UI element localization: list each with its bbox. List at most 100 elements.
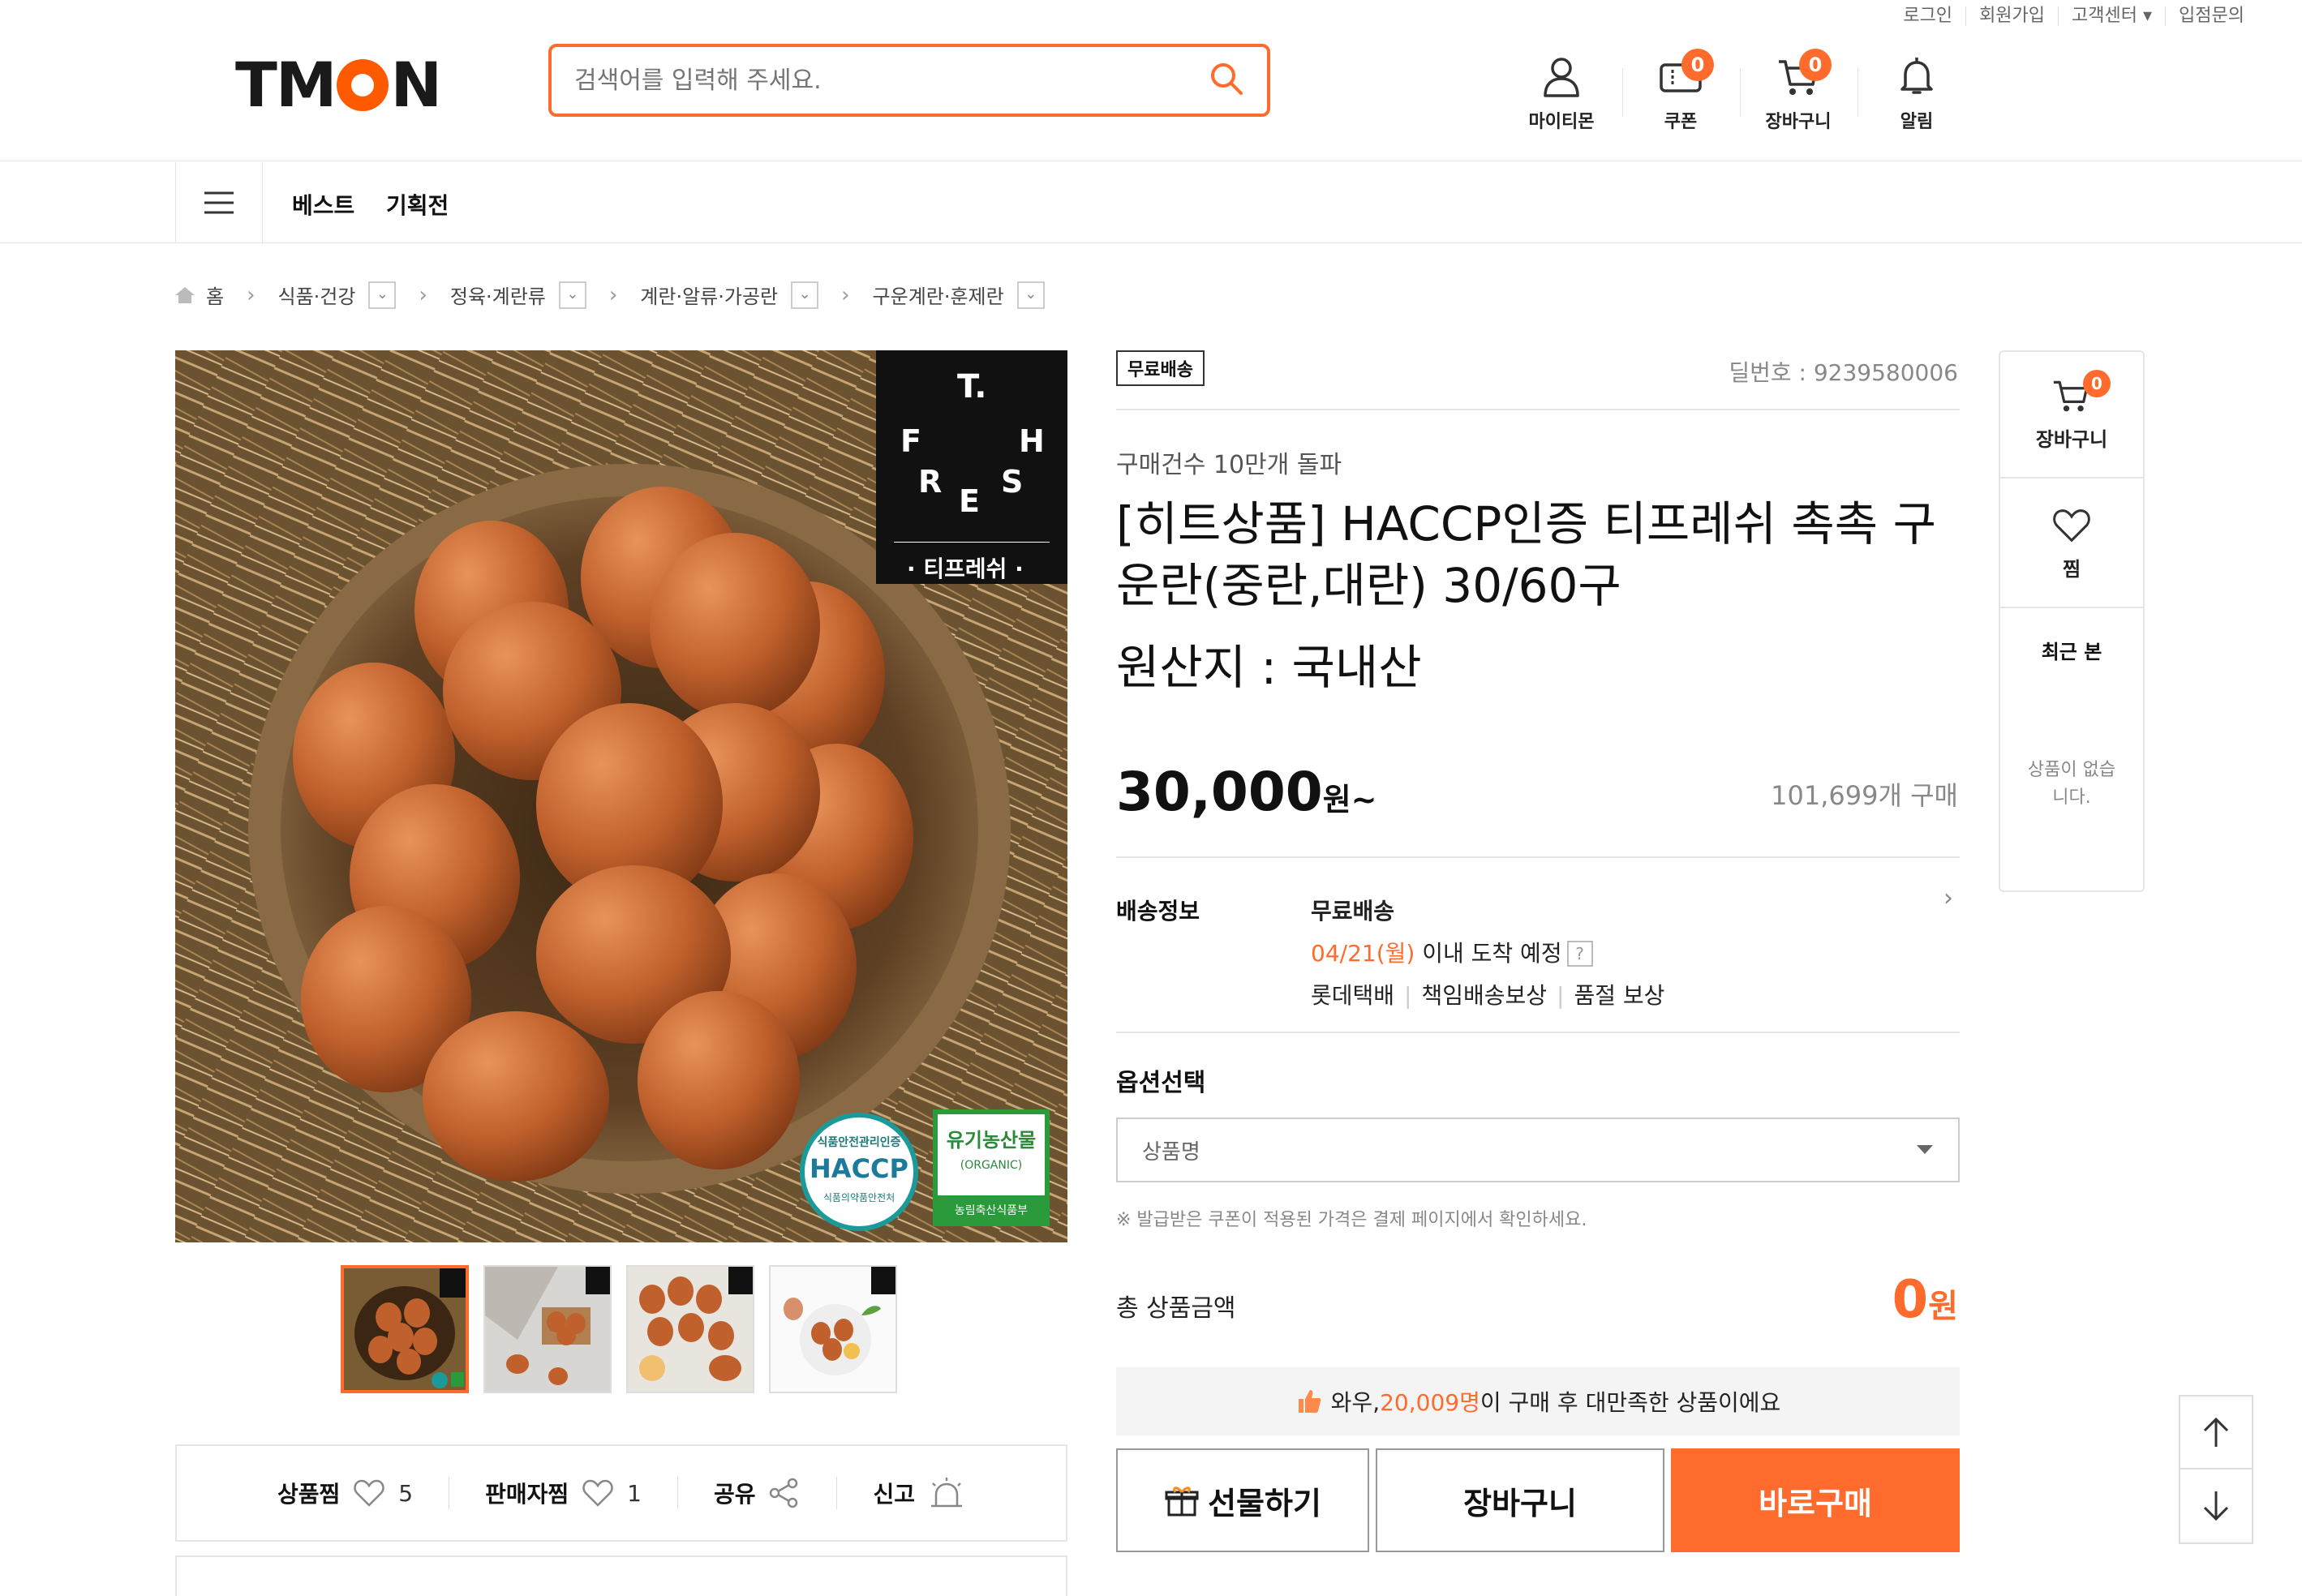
next-section-box xyxy=(175,1555,1067,1596)
coupon-note: ※ 발급받은 쿠폰이 적용된 가격은 결제 페이지에서 확인하세요. xyxy=(1116,1210,1587,1230)
tmon-logo[interactable]: TM N xyxy=(235,49,442,121)
side-wish-label: 찜 xyxy=(2062,558,2081,581)
login-link[interactable]: 로그인 xyxy=(1890,6,1965,26)
chevron-down-icon[interactable]: ⌄ xyxy=(1016,281,1045,309)
gift-button[interactable]: 선물하기 xyxy=(1116,1448,1369,1552)
help-icon[interactable]: ? xyxy=(1566,941,1593,967)
logo-text-a: TM xyxy=(235,49,337,121)
heart-icon xyxy=(354,1479,384,1507)
brand-letter: T. xyxy=(957,368,987,405)
product-wish-label: 상품찜 xyxy=(277,1481,341,1508)
cart-badge: 0 xyxy=(1799,49,1832,81)
main-product-image[interactable]: T. F H R E S · 티프레쉬 · 식품안전관리인증 HACCP 식품의… xyxy=(175,350,1067,1242)
side-cart-label: 장바구니 xyxy=(2035,428,2108,451)
price-value: 30,000 xyxy=(1116,761,1323,823)
share-button[interactable]: 공유 xyxy=(676,1477,837,1509)
cart-button-label: 장바구니 xyxy=(1463,1485,1577,1521)
product-wish-count: 5 xyxy=(398,1479,414,1507)
mytmon-button[interactable]: 마이티몬 xyxy=(1517,54,1606,133)
review-text-pre: 와우, xyxy=(1330,1389,1381,1416)
search-icon[interactable] xyxy=(1209,61,1244,100)
brand-letter: H xyxy=(1019,423,1045,459)
side-recent-title: 최근 본 xyxy=(2041,641,2102,663)
coupon-label: 쿠폰 xyxy=(1664,112,1698,132)
breadcrumb-cat2[interactable]: 정육·계란류 xyxy=(450,281,546,309)
alarm-button[interactable]: 알림 xyxy=(1872,54,1961,133)
seller-wish-label: 판매자찜 xyxy=(485,1481,569,1508)
scroll-bottom-button[interactable] xyxy=(2180,1469,2252,1542)
person-icon xyxy=(1544,58,1579,97)
social-actions: 상품찜 5 판매자찜 1 공유 신고 xyxy=(175,1444,1067,1542)
haccp-badge: 식품안전관리인증 HACCP 식품의약품안전처 xyxy=(800,1113,918,1231)
organic-text: 유기농산물 xyxy=(946,1129,1037,1152)
category-menu-button[interactable] xyxy=(175,162,263,243)
heart-icon xyxy=(582,1479,613,1507)
thumbnail-4[interactable] xyxy=(769,1265,897,1393)
seller-wish-count: 1 xyxy=(627,1479,642,1507)
haccp-text: HACCP xyxy=(810,1153,908,1184)
product-wish-button[interactable]: 상품찜 5 xyxy=(242,1477,449,1509)
tfresh-brand-mark: T. F H R E S · 티프레쉬 · xyxy=(876,350,1067,584)
brand-letter: F xyxy=(900,423,921,459)
total-unit: 원 xyxy=(1928,1288,1958,1325)
shipping-eta: 04/21(월) 이내 도착 예정? xyxy=(1311,933,1664,975)
organic-badge: 유기농산물 (ORGANIC) 농림축산식품부 xyxy=(933,1109,1050,1226)
search-input[interactable] xyxy=(574,66,1209,95)
scroll-top-button[interactable] xyxy=(2180,1396,2252,1469)
breadcrumb-home[interactable]: 홈 xyxy=(206,281,224,309)
shipping-guarantees: 롯데택배 | 책임배송보상 | 품절 보상 xyxy=(1311,982,1665,1009)
share-label: 공유 xyxy=(713,1481,756,1508)
thumbnail-2[interactable] xyxy=(483,1265,612,1393)
thumbnail-3[interactable] xyxy=(626,1265,754,1393)
thumbnail-eggs-basket xyxy=(344,1268,466,1390)
coupon-button[interactable]: 쿠폰 0 xyxy=(1636,49,1725,133)
shipping-guarantee: 품절 보상 xyxy=(1574,982,1665,1009)
haccp-bottom-text: 식품의약품안전처 xyxy=(822,1192,895,1203)
coupon-badge: 0 xyxy=(1681,49,1714,81)
nav-best[interactable]: 베스트 xyxy=(292,188,354,221)
seller-wish-button[interactable]: 판매자찜 1 xyxy=(449,1477,677,1509)
heart-icon xyxy=(2053,509,2090,543)
deal-number: 딜번호 : 9239580006 xyxy=(1729,359,1958,386)
side-wish[interactable]: 찜 xyxy=(2000,478,2143,608)
option-select[interactable]: 상품명 xyxy=(1116,1118,1960,1182)
page: 로그인 회원가입 고객센터 ▾ 입점문의 TM N 마이티몬 쿠폰 0 장바구니 … xyxy=(0,0,2302,1596)
nav-event[interactable]: 기획전 xyxy=(386,188,449,221)
alarm-label: 알림 xyxy=(1900,112,1934,132)
nav-line xyxy=(0,242,2302,243)
siren-icon xyxy=(931,1478,963,1508)
thumbnail-1[interactable] xyxy=(341,1265,469,1393)
brand-name: · 티프레쉬 · xyxy=(907,556,1024,582)
review-banner: 와우, 20,009명 이 구매 후 대만족한 상품이에요 xyxy=(1116,1367,1960,1435)
report-label: 신고 xyxy=(873,1481,916,1508)
search-box xyxy=(548,44,1270,117)
chevron-right-icon: › xyxy=(608,282,618,307)
product-subtitle: 구매건수 10만개 돌파 xyxy=(1116,451,1342,479)
cart-button[interactable]: 장바구니 0 xyxy=(1754,49,1843,133)
chevron-down-icon[interactable]: ⌄ xyxy=(791,281,819,309)
product-origin: 원산지 : 국내산 xyxy=(1116,640,1422,695)
report-button[interactable]: 신고 xyxy=(836,1477,1001,1509)
seller-inquiry-link[interactable]: 입점문의 xyxy=(2165,6,2257,26)
chevron-right-icon: › xyxy=(247,282,256,307)
brand-letter: S xyxy=(1001,464,1024,500)
add-to-cart-button[interactable]: 장바구니 xyxy=(1376,1448,1664,1552)
breadcrumb-cat4[interactable]: 구운계란·훈제란 xyxy=(873,281,1004,309)
signup-link[interactable]: 회원가입 xyxy=(1965,6,2058,26)
chevron-right-icon: › xyxy=(841,282,850,307)
caret-down-icon xyxy=(1917,1145,1933,1154)
gift-label: 선물하기 xyxy=(1208,1485,1321,1521)
free-shipping-tag: 무료배송 xyxy=(1116,350,1205,386)
option-label: 옵션선택 xyxy=(1116,1069,1206,1097)
side-cart[interactable]: 장바구니 0 xyxy=(2000,352,2143,478)
chevron-down-icon[interactable]: ⌄ xyxy=(558,281,586,309)
breadcrumb-cat3[interactable]: 계란·알류·가공란 xyxy=(640,281,778,309)
breadcrumb-cat1[interactable]: 식품·건강 xyxy=(278,281,356,309)
buy-now-button[interactable]: 바로구매 xyxy=(1671,1448,1960,1552)
review-count: 20,009명 xyxy=(1380,1389,1480,1416)
chevron-down-icon[interactable]: ⌄ xyxy=(368,281,397,309)
share-icon xyxy=(770,1478,798,1508)
shipping-date: 04/21(월) xyxy=(1311,940,1415,967)
chevron-right-icon[interactable]: › xyxy=(1943,884,1953,912)
customer-center-link[interactable]: 고객센터 ▾ xyxy=(2058,6,2165,26)
